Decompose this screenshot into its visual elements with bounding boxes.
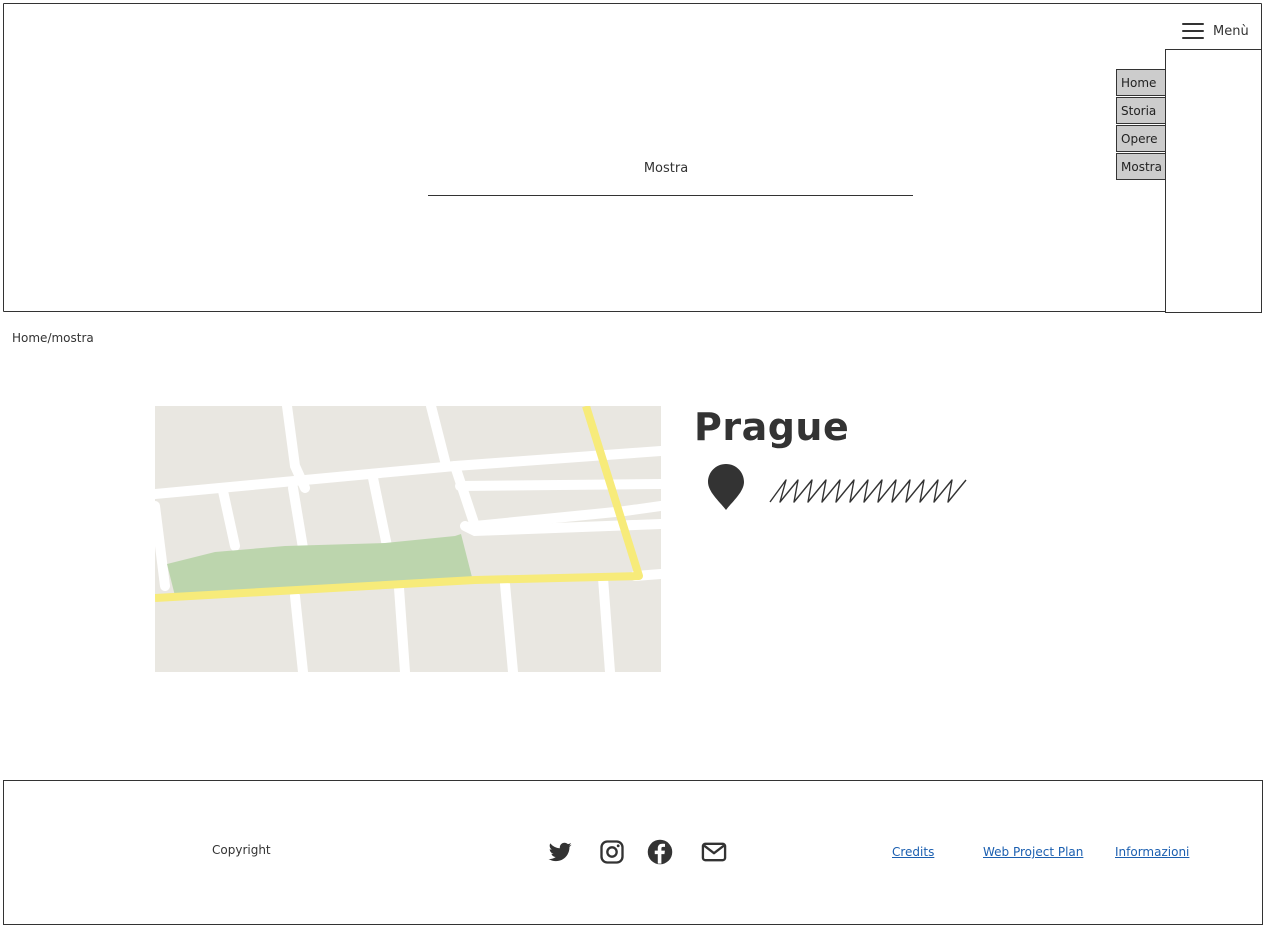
address-placeholder-squiggle xyxy=(769,479,967,503)
title-underline xyxy=(428,195,913,196)
facebook-icon[interactable] xyxy=(646,838,674,866)
nav-menu: Home Storia Opere Mostra xyxy=(1116,69,1166,181)
map-image xyxy=(155,406,661,672)
footer-link-credits[interactable]: Credits xyxy=(892,845,934,859)
nav-item-opere[interactable]: Opere xyxy=(1116,125,1166,152)
menu-label: Menù xyxy=(1213,23,1249,39)
nav-item-storia[interactable]: Storia xyxy=(1116,97,1166,124)
twitter-icon[interactable] xyxy=(546,838,574,866)
side-menu-panel xyxy=(1165,49,1262,313)
menu-button[interactable]: Menù xyxy=(1181,20,1253,42)
map-pin-icon xyxy=(708,464,744,510)
hamburger-icon xyxy=(1182,23,1204,39)
mail-icon[interactable] xyxy=(700,838,728,866)
breadcrumb[interactable]: Home/mostra xyxy=(12,331,94,345)
footer-link-web-project-plan[interactable]: Web Project Plan xyxy=(983,845,1083,859)
map-street xyxy=(598,573,615,672)
map-street xyxy=(394,583,410,672)
nav-item-mostra[interactable]: Mostra xyxy=(1116,153,1166,180)
city-name: Prague xyxy=(694,405,850,449)
header-banner xyxy=(3,3,1262,312)
map-street xyxy=(455,479,661,491)
copyright-text: Copyright xyxy=(212,843,271,857)
page-title: Mostra xyxy=(643,161,689,176)
nav-item-home[interactable]: Home xyxy=(1116,69,1166,96)
instagram-icon[interactable] xyxy=(598,838,626,866)
footer-link-informazioni[interactable]: Informazioni xyxy=(1115,845,1189,859)
